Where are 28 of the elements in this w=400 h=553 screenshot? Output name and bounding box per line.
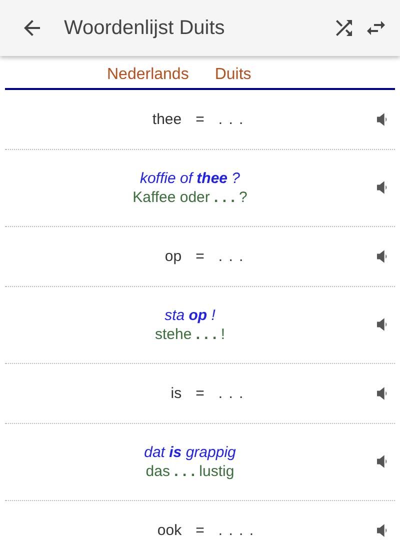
word: ook xyxy=(157,522,182,539)
translated-sentence: stehe . . . ! xyxy=(154,325,226,344)
example-sentence: sta op ! xyxy=(164,306,216,325)
language-tab[interactable]: Nederlands xyxy=(107,66,189,84)
answer-blank: . . . . xyxy=(218,522,255,539)
equals-sign: = xyxy=(196,248,204,265)
language-tab[interactable]: Duits xyxy=(214,66,252,84)
speaker-icon[interactable] xyxy=(377,250,388,262)
example-sentence: koffie of thee ? xyxy=(140,169,240,188)
equals-sign: = xyxy=(196,111,204,128)
speaker-icon[interactable] xyxy=(377,318,388,331)
translated-sentence: das . . . lustig xyxy=(146,462,234,481)
translated-sentence: Kaffee oder . . . ? xyxy=(132,188,248,207)
example-sentence: dat is grappig xyxy=(144,443,236,462)
speaker-icon[interactable] xyxy=(377,181,388,194)
answer-blank: . . . xyxy=(218,385,244,402)
word: is xyxy=(170,385,182,402)
app-title: Woordenlijst Duits xyxy=(64,16,226,40)
equals-sign: = xyxy=(196,522,204,539)
speaker-icon[interactable] xyxy=(377,112,388,126)
equals-sign: = xyxy=(196,385,204,402)
speaker-icon[interactable] xyxy=(377,455,388,468)
answer-blank: . . . xyxy=(218,248,244,265)
speaker-icon[interactable] xyxy=(377,524,388,536)
word: op xyxy=(164,248,182,265)
word: thee xyxy=(152,111,182,128)
answer-blank: . . . xyxy=(218,111,244,128)
speaker-icon[interactable] xyxy=(377,386,388,400)
